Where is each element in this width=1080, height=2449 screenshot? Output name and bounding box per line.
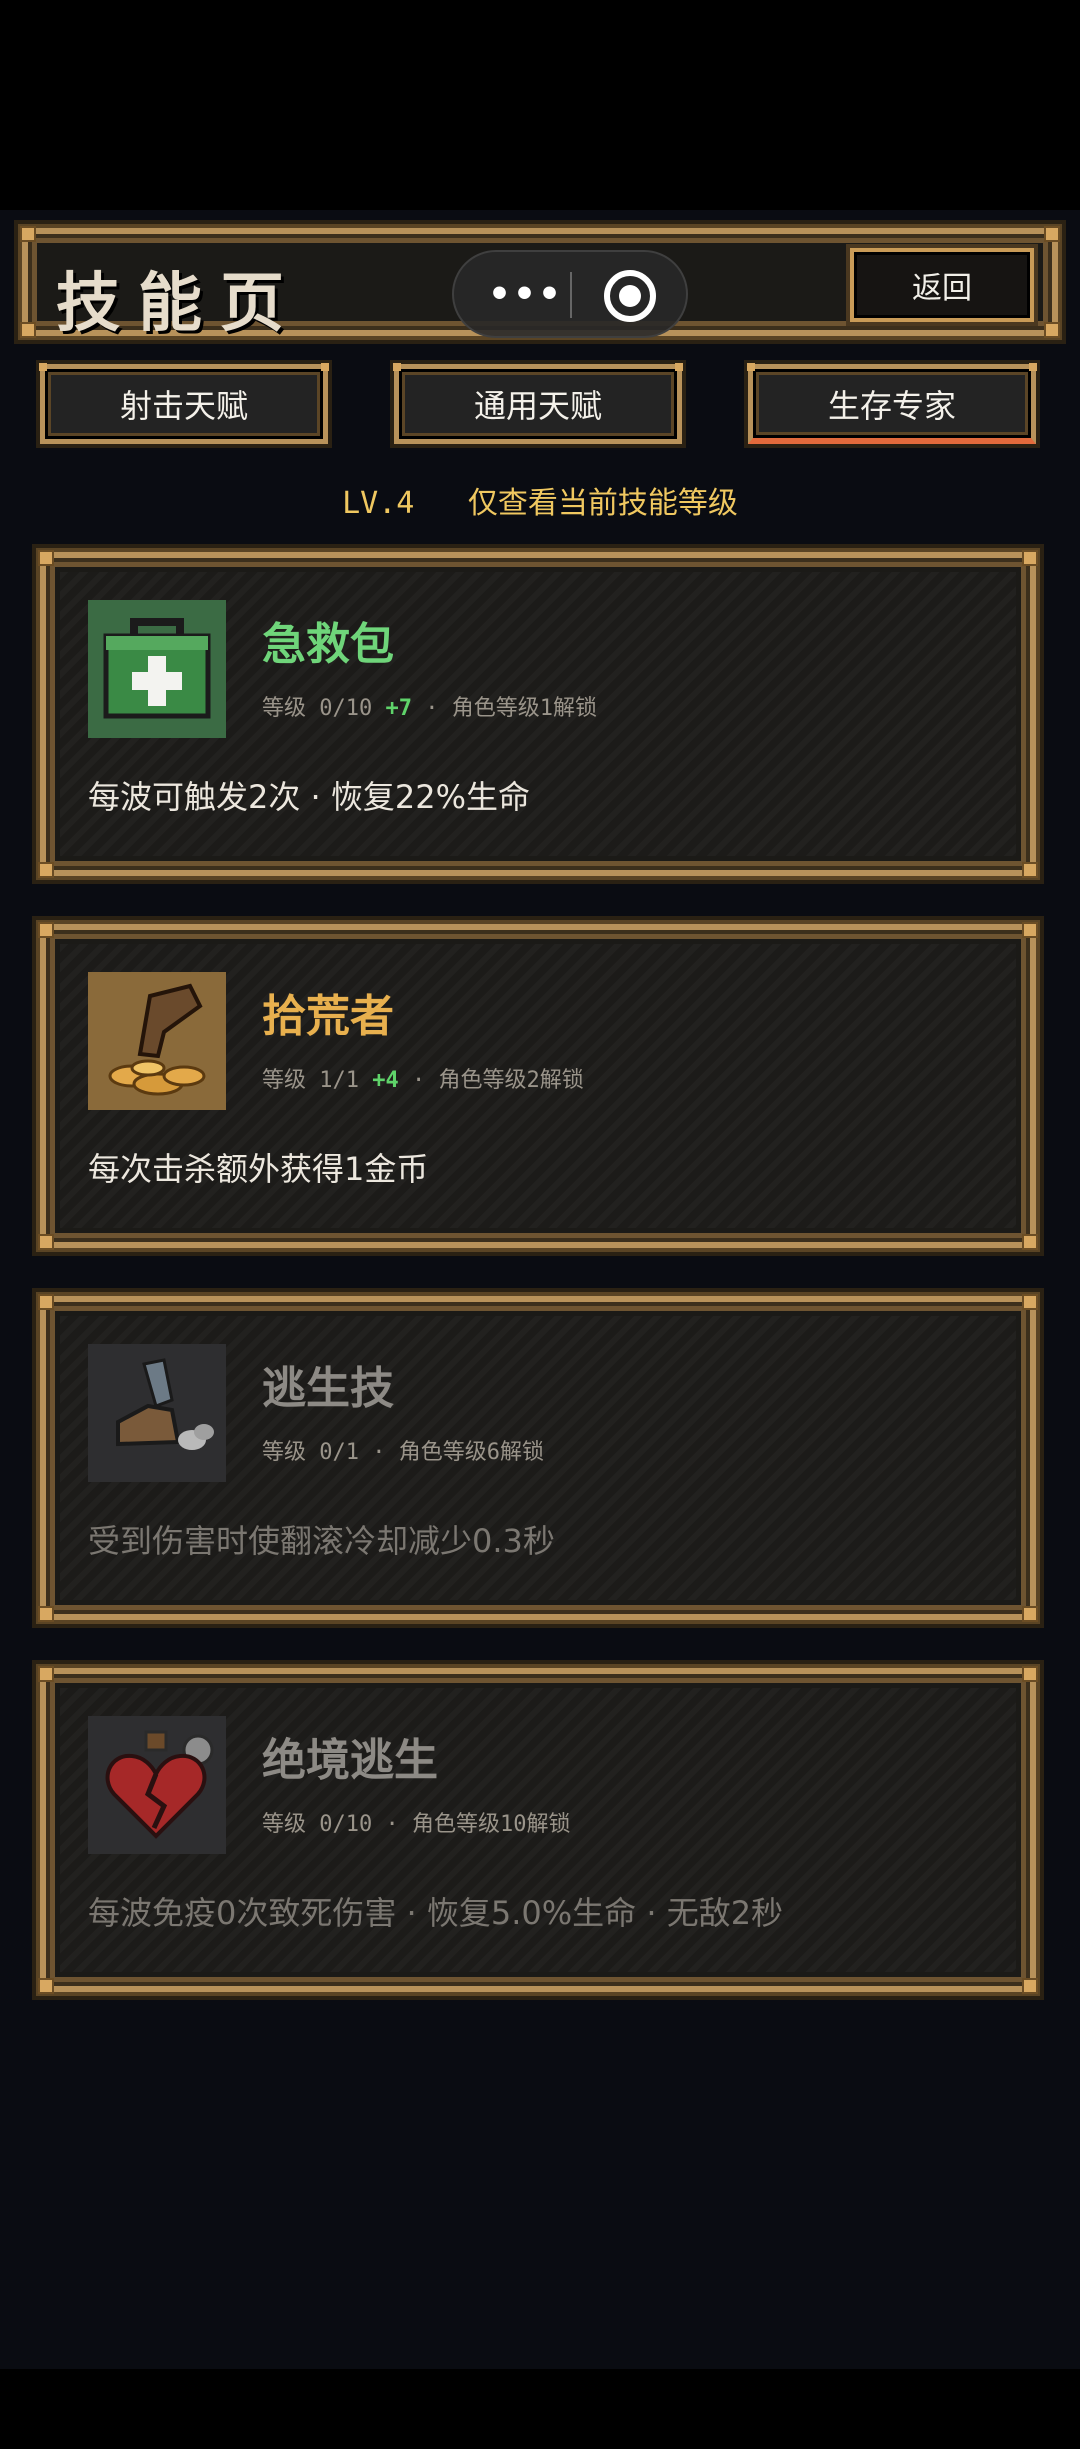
skill-description: 每波免疫0次致死伤害 · 恢复5.0%生命 · 无敌2秒: [88, 1894, 784, 1932]
skill-plus: +7: [385, 696, 412, 721]
skill-level-meta: 等级 0/1 · 角色等级6解锁: [262, 1434, 544, 1466]
capsule-divider: [570, 272, 572, 318]
skill-unlock: · 角色等级6解锁: [372, 1440, 544, 1465]
tab-label: 通用天赋: [473, 387, 602, 425]
tab-label: 射击天赋: [119, 387, 248, 425]
skill-level-meta: 等级 0/10 · 角色等级10解锁: [262, 1806, 570, 1838]
tab-survival-expert[interactable]: 生存专家: [747, 363, 1037, 444]
skill-card-first-aid[interactable]: 急救包 等级 0/10 +7 · 角色等级1解锁 每波可触发2次 · 恢复22%…: [36, 548, 1040, 880]
skill-name: 逃生技: [262, 1363, 394, 1414]
close-target-icon[interactable]: [604, 270, 656, 322]
miniprogram-capsule: •••: [452, 250, 688, 338]
tab-label: 生存专家: [827, 386, 956, 425]
skill-level-meta: 等级 1/1 +4 · 角色等级2解锁: [262, 1062, 584, 1094]
skill-card-escape[interactable]: 逃生技 等级 0/1 · 角色等级6解锁 受到伤害时使翻滚冷却减少0.3秒: [36, 1292, 1040, 1624]
more-icon[interactable]: •••: [488, 274, 563, 315]
skill-unlock: · 角色等级2解锁: [411, 1068, 584, 1093]
skill-name: 拾荒者: [262, 991, 394, 1042]
skill-unlock: · 角色等级10解锁: [385, 1812, 571, 1837]
skill-level: 等级 0/10: [262, 1812, 373, 1837]
tab-shooting-talent[interactable]: 射击天赋: [39, 363, 329, 444]
skill-level-meta: 等级 0/10 +7 · 角色等级1解锁: [262, 690, 597, 722]
tab-general-talent[interactable]: 通用天赋: [393, 363, 683, 444]
back-button[interactable]: 返回: [850, 248, 1034, 322]
first-aid-kit-icon: [88, 600, 226, 738]
coin-grab-icon: [88, 972, 226, 1110]
skill-name: 绝境逃生: [262, 1735, 438, 1786]
level-info: LV.4 仅查看当前技能等级: [0, 478, 1080, 522]
skill-card-last-stand[interactable]: 绝境逃生 等级 0/10 · 角色等级10解锁 每波免疫0次致死伤害 · 恢复5…: [36, 1664, 1040, 1996]
level-note: 仅查看当前技能等级: [467, 486, 738, 521]
skill-level: 等级 1/1: [262, 1068, 359, 1093]
skill-description: 受到伤害时使翻滚冷却减少0.3秒: [88, 1522, 555, 1560]
skill-plus: +4: [372, 1068, 399, 1093]
broken-heart-potion-icon: [88, 1716, 226, 1854]
level-value: LV.4: [342, 486, 415, 521]
running-boot-icon: [88, 1344, 226, 1482]
skill-description: 每波可触发2次 · 恢复22%生命: [88, 778, 531, 816]
skill-name: 急救包: [262, 619, 394, 670]
skill-level: 等级 0/10: [262, 696, 373, 721]
skill-description: 每次击杀额外获得1金币: [88, 1150, 429, 1188]
navigation-bar-area: [0, 2369, 1080, 2449]
status-bar-area: [0, 0, 1080, 210]
skill-unlock: · 角色等级1解锁: [425, 696, 597, 721]
page-title: 技能页: [56, 267, 302, 341]
skill-card-scavenger[interactable]: 拾荒者 等级 1/1 +4 · 角色等级2解锁 每次击杀额外获得1金币: [36, 920, 1040, 1252]
skill-level: 等级 0/1: [262, 1440, 359, 1465]
